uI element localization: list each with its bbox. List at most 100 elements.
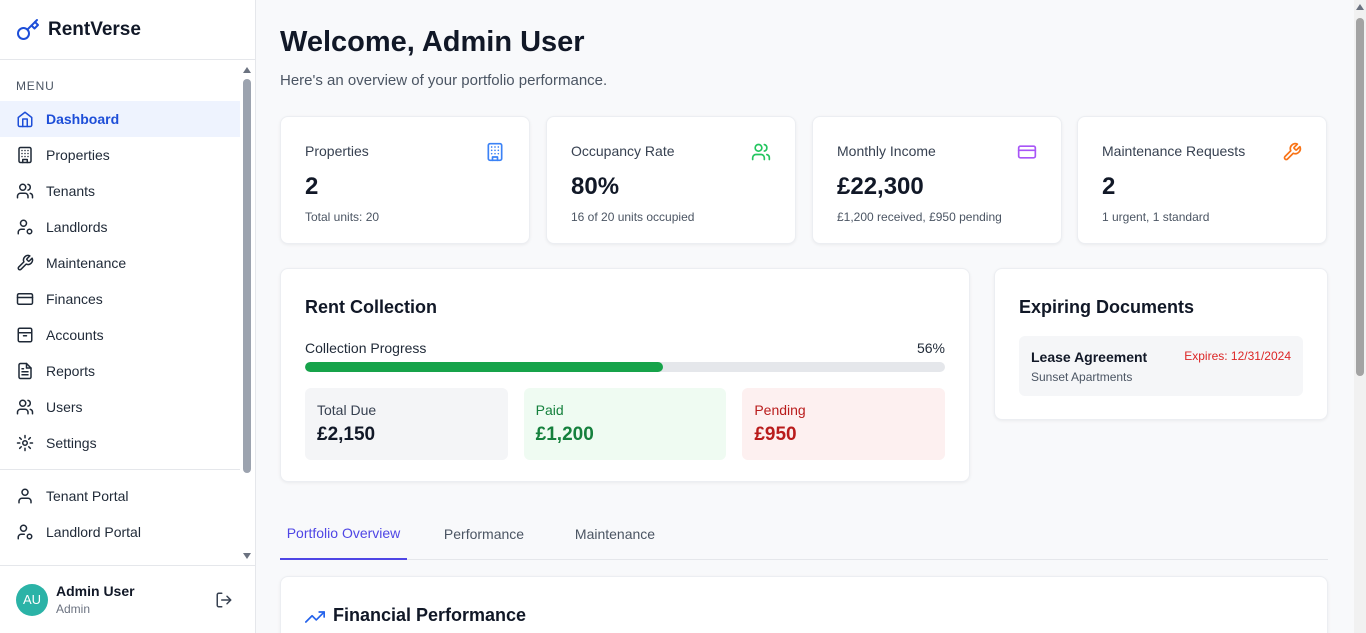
pending-box: Pending £950 <box>742 388 946 460</box>
stat-label: Monthly Income <box>837 143 936 159</box>
sidebar-item-label: Properties <box>46 147 110 163</box>
user-profile[interactable]: AU Admin User Admin <box>0 565 255 633</box>
sidebar-item-users[interactable]: Users <box>0 389 240 425</box>
logout-icon[interactable] <box>215 591 233 609</box>
sidebar: RentVerse MENU Dashboard Properties Tena… <box>0 0 256 633</box>
collection-progress-fill <box>305 362 664 372</box>
stat-label: Properties <box>305 143 369 159</box>
scroll-up-arrow[interactable] <box>243 67 251 73</box>
menu-label: MENU <box>16 79 55 93</box>
sidebar-item-maintenance[interactable]: Maintenance <box>0 245 240 281</box>
brand[interactable]: RentVerse <box>0 0 255 60</box>
sidebar-scroll-thumb[interactable] <box>243 79 251 473</box>
collection-progress-percent: 56% <box>916 340 945 356</box>
stat-card-maintenance[interactable]: Maintenance Requests 2 1 urgent, 1 stand… <box>1077 116 1327 244</box>
sidebar-item-label: Accounts <box>46 327 104 343</box>
building-icon <box>487 142 503 162</box>
sidebar-item-label: Dashboard <box>46 111 120 127</box>
sidebar-item-settings[interactable]: Settings <box>0 425 240 461</box>
financial-performance-title: Financial Performance <box>333 605 527 625</box>
page-scrollbar[interactable] <box>1354 0 1366 633</box>
pending-value: £950 <box>754 424 797 445</box>
sidebar-item-finances[interactable]: Finances <box>0 281 240 317</box>
rent-collection-card: Rent Collection Collection Progress 56% … <box>280 268 970 482</box>
brand-name: RentVerse <box>48 18 141 40</box>
sidebar-item-accounts[interactable]: Accounts <box>0 317 240 353</box>
page-subtitle: Here's an overview of your portfolio per… <box>280 72 608 89</box>
stat-card-properties[interactable]: Properties 2 Total units: 20 <box>280 116 530 244</box>
key-icon <box>17 18 39 40</box>
sidebar-item-label: Tenant Portal <box>46 488 129 504</box>
financial-performance-card: Financial Performance <box>280 576 1328 633</box>
sidebar-item-label: Reports <box>46 363 96 379</box>
file-text-icon <box>16 362 34 380</box>
total-due-box: Total Due £2,150 <box>305 388 508 460</box>
expiring-documents-title: Expiring Documents <box>1019 297 1195 317</box>
sidebar-menu: MENU Dashboard Properties Tenants Landlo… <box>0 61 255 563</box>
tab-portfolio-overview[interactable]: Portfolio Overview <box>280 508 407 560</box>
building-icon <box>16 146 34 164</box>
user-cog-icon <box>16 523 34 541</box>
total-due-value: £2,150 <box>317 424 376 445</box>
sidebar-item-dashboard[interactable]: Dashboard <box>0 101 240 137</box>
sidebar-item-tenants[interactable]: Tenants <box>0 173 240 209</box>
stat-label: Maintenance Requests <box>1102 143 1246 159</box>
paid-box: Paid £1,200 <box>523 388 727 460</box>
users-icon <box>16 398 34 416</box>
paid-label: Paid <box>535 402 564 418</box>
scroll-down-arrow[interactable] <box>243 553 251 559</box>
sidebar-item-label: Users <box>46 399 83 415</box>
stat-subtext: 1 urgent, 1 standard <box>1102 210 1210 224</box>
stat-value: £22,300 <box>837 173 924 200</box>
tab-maintenance[interactable]: Maintenance <box>558 508 672 560</box>
stat-subtext: Total units: 20 <box>305 210 380 224</box>
sidebar-item-label: Settings <box>46 435 97 451</box>
stat-value: 80% <box>571 173 620 200</box>
pending-label: Pending <box>754 402 806 418</box>
sidebar-item-properties[interactable]: Properties <box>0 137 240 173</box>
wrench-icon <box>16 254 34 272</box>
gear-icon <box>16 434 34 452</box>
sidebar-item-label: Finances <box>46 291 103 307</box>
document-item[interactable]: Lease Agreement Sunset Apartments Expire… <box>1019 336 1303 396</box>
user-role: Admin <box>56 602 91 616</box>
archive-icon <box>16 326 34 344</box>
page-title: Welcome, Admin User <box>280 26 585 58</box>
users-icon <box>16 182 34 200</box>
paid-value: £1,200 <box>535 424 594 445</box>
document-expiry: Expires: 12/31/2024 <box>1184 349 1291 363</box>
total-due-label: Total Due <box>317 402 377 418</box>
sidebar-item-landlords[interactable]: Landlords <box>0 209 240 245</box>
sidebar-item-label: Maintenance <box>46 255 127 271</box>
home-icon <box>16 110 34 128</box>
collection-progress-label: Collection Progress <box>305 340 427 356</box>
trending-up-icon <box>305 611 325 623</box>
dashboard-tabs: Portfolio Overview Performance Maintenan… <box>280 508 1328 560</box>
credit-card-icon <box>1017 145 1037 159</box>
sidebar-item-tenant-portal[interactable]: Tenant Portal <box>0 478 240 514</box>
main-content: Welcome, Admin User Here's an overview o… <box>256 0 1354 633</box>
credit-card-icon <box>16 290 34 308</box>
wrench-icon <box>1283 142 1302 161</box>
stat-card-monthly-income[interactable]: Monthly Income £22,300 £1,200 received, … <box>812 116 1062 244</box>
stat-label: Occupancy Rate <box>571 143 675 159</box>
stat-subtext: £1,200 received, £950 pending <box>837 210 1002 224</box>
sidebar-item-label: Landlord Portal <box>46 524 141 540</box>
tab-performance[interactable]: Performance <box>427 508 541 560</box>
page-scroll-up-arrow[interactable] <box>1356 4 1364 10</box>
avatar: AU <box>16 583 48 616</box>
user-name: Admin User <box>56 583 135 599</box>
users-icon <box>751 143 771 161</box>
collection-progress-bar <box>305 362 945 372</box>
sidebar-item-landlord-portal[interactable]: Landlord Portal <box>0 514 240 550</box>
sidebar-scrollbar[interactable] <box>242 65 252 561</box>
stat-card-occupancy[interactable]: Occupancy Rate 80% 16 of 20 units occupi… <box>546 116 796 244</box>
sidebar-item-label: Landlords <box>46 219 108 235</box>
document-location: Sunset Apartments <box>1031 370 1133 384</box>
sidebar-divider <box>0 469 240 470</box>
stat-value: 2 <box>1102 173 1116 200</box>
sidebar-item-label: Tenants <box>46 183 96 199</box>
user-icon <box>16 487 34 505</box>
sidebar-item-reports[interactable]: Reports <box>0 353 240 389</box>
page-scroll-thumb[interactable] <box>1356 18 1364 376</box>
